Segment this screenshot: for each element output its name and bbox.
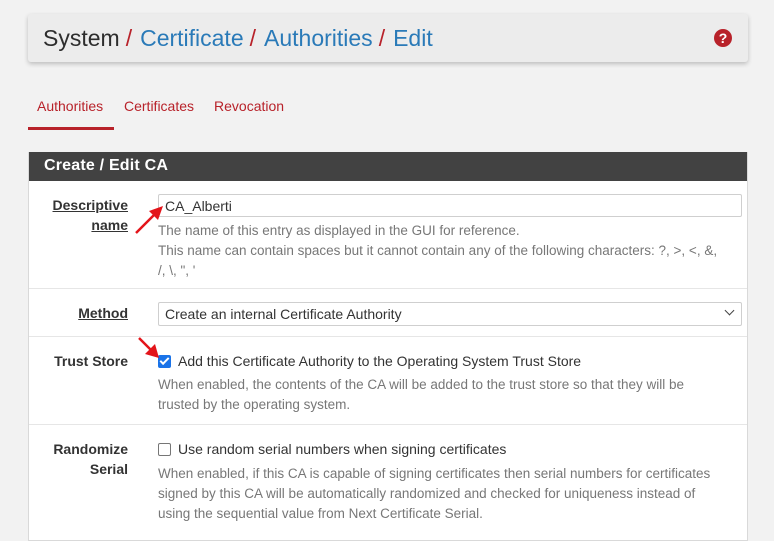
red-arrow-icon (135, 206, 163, 234)
help-line: trusted by the operating system. (158, 397, 351, 412)
trust-store-help: When enabled, the contents of the CA wil… (158, 375, 741, 415)
breadcrumb-separator: / (125, 24, 133, 51)
randomize-serial-label-line1: Randomize (53, 441, 128, 457)
breadcrumb-separator: / (378, 24, 386, 51)
help-line: /, \, ", ' (158, 263, 196, 278)
tab-certificates[interactable]: Certificates (115, 92, 204, 130)
question-circle-icon[interactable]: ? (714, 29, 732, 47)
descriptive-name-label: Descriptive name (29, 195, 128, 235)
breadcrumb-edit-link[interactable]: Edit (393, 25, 433, 52)
method-row: Method Create an internal Certificate Au… (29, 289, 747, 337)
tab-revocation[interactable]: Revocation (205, 92, 294, 130)
method-select[interactable]: Create an internal Certificate Authority (158, 302, 742, 326)
descriptive-name-field: The name of this entry as displayed in t… (158, 194, 742, 281)
method-label: Method (78, 305, 128, 321)
method-selected-value: Create an internal Certificate Authority (165, 306, 402, 322)
tab-bar: Authorities Certificates Revocation (28, 92, 295, 130)
breadcrumb: System / Certificate / Authorities / Edi… (43, 25, 433, 52)
breadcrumb-authorities-link[interactable]: Authorities (264, 25, 373, 52)
help-line: using the sequential value from Next Cer… (158, 506, 483, 521)
trust-store-field: Add this Certificate Authority to the Op… (158, 351, 741, 415)
chevron-down-icon (724, 305, 735, 316)
randomize-serial-label-line2: Serial (89, 461, 128, 477)
breadcrumb-separator: / (249, 24, 257, 51)
randomize-serial-label: Randomize Serial (29, 439, 128, 479)
help-line: This name can contain spaces but it cann… (158, 243, 718, 258)
help-line: signed by this CA will be automatically … (158, 486, 696, 501)
randomize-serial-checkbox-line: Use random serial numbers when signing c… (158, 439, 741, 459)
trust-store-checkbox-label[interactable]: Add this Certificate Authority to the Op… (178, 353, 581, 369)
descriptive-name-label-line1: Descriptive (52, 197, 128, 213)
trust-store-label: Trust Store (54, 353, 128, 369)
tab-authorities[interactable]: Authorities (28, 92, 114, 130)
descriptive-name-help: The name of this entry as displayed in t… (158, 221, 741, 281)
help-line: When enabled, the contents of the CA wil… (158, 377, 685, 392)
breadcrumb-system: System (43, 24, 120, 51)
breadcrumb-certificate-link[interactable]: Certificate (140, 25, 244, 52)
randomize-serial-help: When enabled, if this CA is capable of s… (158, 464, 741, 524)
randomize-serial-checkbox[interactable] (158, 442, 171, 456)
page-header: System / Certificate / Authorities / Edi… (28, 14, 748, 62)
descriptive-name-label-line2: name (91, 217, 128, 233)
red-arrow-icon (138, 337, 159, 358)
randomize-serial-checkbox-label[interactable]: Use random serial numbers when signing c… (178, 441, 506, 457)
panel-title: Create / Edit CA (29, 152, 747, 181)
randomize-serial-field: Use random serial numbers when signing c… (158, 439, 741, 524)
descriptive-name-input[interactable] (158, 194, 742, 217)
help-line: The name of this entry as displayed in t… (158, 223, 520, 238)
help-line: When enabled, if this CA is capable of s… (158, 466, 711, 481)
randomize-serial-row: Randomize Serial Use random serial numbe… (29, 425, 747, 535)
trust-store-checkbox-line: Add this Certificate Authority to the Op… (158, 351, 741, 371)
method-field: Create an internal Certificate Authority (158, 302, 742, 326)
